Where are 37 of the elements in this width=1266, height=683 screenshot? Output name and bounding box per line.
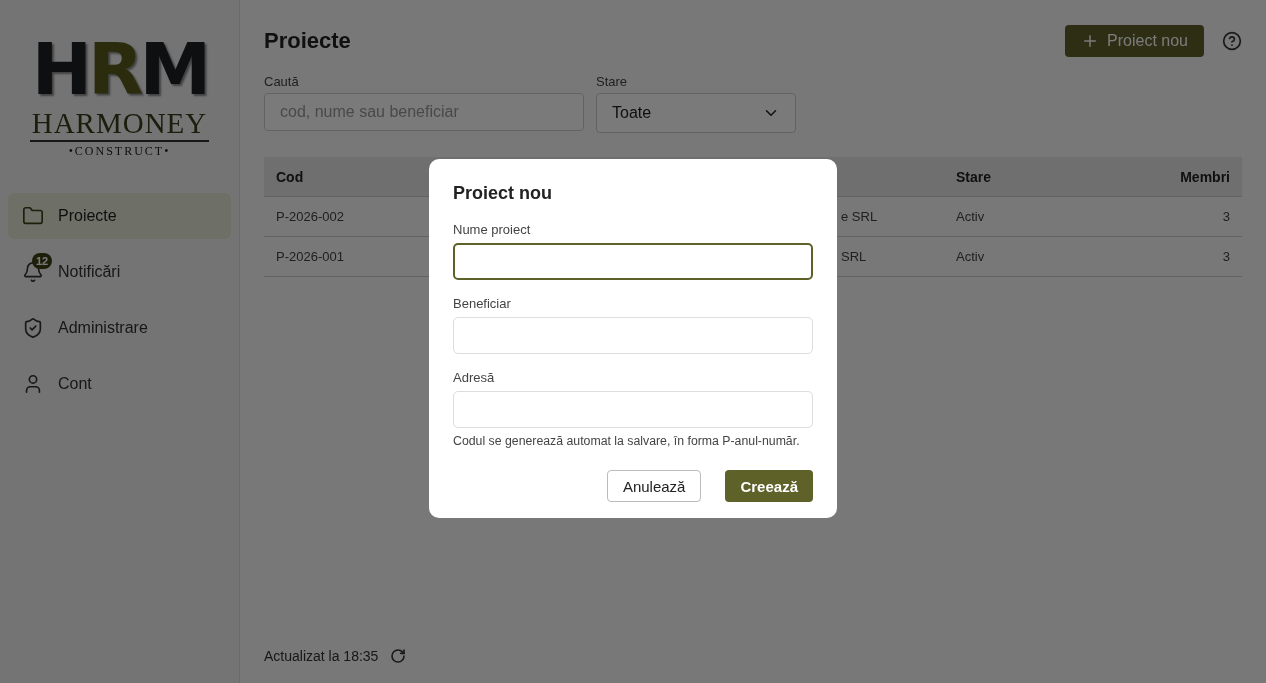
input-field[interactable] (453, 243, 813, 280)
field-label: Adresă (453, 370, 496, 385)
shield-icon (22, 317, 44, 339)
table-cell-text: Activ (955, 248, 986, 266)
dialog-title: Proiect nou (453, 183, 553, 204)
sidebar-item[interactable]: 12 Notificări (8, 249, 231, 295)
column-header: Cod (275, 167, 305, 187)
field-label: Caută (264, 74, 300, 89)
status-dropdown[interactable]: Toate (596, 93, 796, 133)
table-cell-text: P-2026-002 (275, 208, 345, 226)
table-cell-text: 3 (1221, 208, 1231, 226)
sidebar-item[interactable]: Administrare (8, 305, 231, 351)
table-cell-text: Activ (955, 208, 986, 226)
column-header: Stare (955, 167, 993, 187)
table-cell-text: P-2026-001 (275, 248, 345, 266)
logo-name: HARMONEY (29, 108, 210, 142)
updated-text: Actualizat la 18:35 (264, 648, 379, 664)
field-label: Stare (596, 74, 629, 89)
hint-text: Codul se generează automat la salvare, în forma P-anul-număr. (453, 434, 801, 448)
folder-icon (22, 205, 44, 227)
table-cell-text: 3 (1221, 248, 1231, 266)
table-cell-text: SRL (840, 248, 868, 266)
new-project-button[interactable]: Proiect nou (1065, 25, 1204, 57)
logo-mark: HRM (31, 30, 208, 108)
cancel-button[interactable]: Anulează (606, 470, 702, 502)
sidebar-item[interactable]: Cont (8, 361, 231, 407)
logo-tagline: •CONSTRUCT• (68, 144, 171, 159)
page-title: Proiecte (264, 28, 351, 54)
field-label: Nume proiect (453, 222, 532, 237)
help-icon[interactable] (1222, 31, 1242, 51)
sidebar-item[interactable]: Proiecte (8, 193, 231, 239)
create-button[interactable]: Creează (725, 470, 813, 502)
count-badge: 12 (32, 253, 53, 269)
table-cell-text: e SRL (840, 208, 879, 226)
field-label: Beneficiar (453, 296, 512, 311)
column-header: Membri (1179, 167, 1231, 187)
refresh-icon[interactable] (390, 648, 407, 664)
